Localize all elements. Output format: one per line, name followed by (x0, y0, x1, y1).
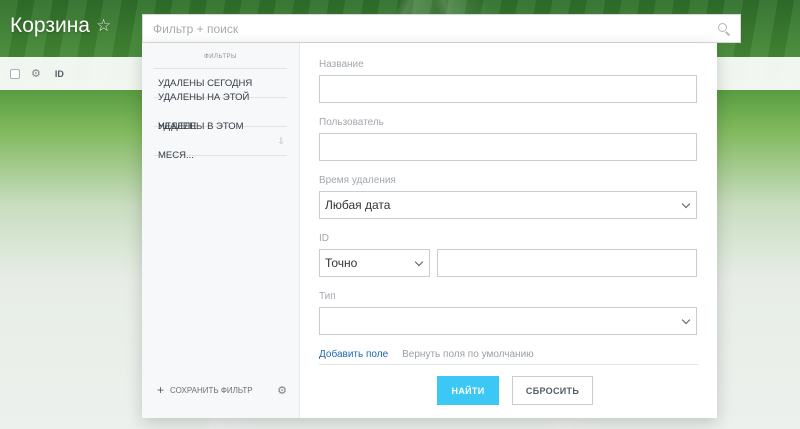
field-label-deletion-time: Время удаления (319, 175, 396, 186)
chevron-down-icon (414, 257, 424, 266)
deletion-time-select[interactable]: Любая дата (319, 191, 697, 219)
search-icon[interactable] (718, 22, 730, 35)
select-all-checkbox[interactable] (10, 68, 20, 79)
plus-icon[interactable]: + (157, 383, 164, 397)
id-mode-select[interactable]: Точно (319, 249, 430, 277)
sidebar-header: ФИЛЬТРЫ (154, 43, 287, 69)
page-title-text: Корзина (10, 14, 90, 37)
sidebar-item-deleted-this-month[interactable]: УДАЛЕНЫ В ЭТОМ МЕСЯ... ⇩ (154, 121, 287, 161)
name-input[interactable] (319, 75, 697, 103)
field-name: Название (319, 59, 698, 103)
form-actions: НАЙТИ СБРОСИТЬ (300, 376, 717, 405)
find-button[interactable]: НАЙТИ (437, 376, 499, 405)
field-id: ID Точно (319, 233, 698, 277)
page-title: Корзина ☆ (10, 14, 111, 38)
field-label-user: Пользователь (319, 117, 384, 128)
gear-icon[interactable]: ⚙ (277, 384, 287, 397)
search-input[interactable]: Фильтр + поиск (142, 14, 741, 43)
field-deletion-time: Время удаления Любая дата (319, 175, 698, 219)
id-mode-value: Точно (325, 256, 358, 270)
chevron-down-icon (681, 315, 691, 324)
save-filter-button[interactable]: СОХРАНИТЬ ФИЛЬТР (170, 386, 277, 395)
chevron-down-icon (681, 199, 691, 208)
field-label-type: Тип (319, 291, 336, 302)
filter-popup: ФИЛЬТРЫ УДАЛЕНЫ СЕГОДНЯ УДАЛЕНЫ НА ЭТОЙ … (142, 43, 717, 418)
id-input[interactable] (437, 249, 697, 277)
restore-defaults-link[interactable]: Вернуть поля по умолчанию (402, 349, 534, 360)
add-field-link[interactable]: Добавить поле (319, 349, 388, 360)
field-type: Тип (319, 291, 698, 335)
user-input[interactable] (319, 133, 697, 161)
type-select[interactable] (319, 307, 697, 335)
deletion-time-value: Любая дата (325, 198, 391, 212)
field-user: Пользователь (319, 117, 698, 161)
divider (319, 364, 698, 365)
reset-button[interactable]: СБРОСИТЬ (512, 376, 593, 405)
form-links: Добавить поле Вернуть поля по умолчанию (319, 349, 698, 360)
save-filter-row: + СОХРАНИТЬ ФИЛЬТР ⚙ (157, 383, 287, 397)
field-label-name: Название (319, 59, 364, 70)
star-icon[interactable]: ☆ (96, 16, 111, 36)
sidebar-item-label: УДАЛЕНЫ В ЭТОМ МЕСЯ... (158, 121, 244, 161)
field-label-id: ID (319, 233, 329, 244)
gear-icon[interactable]: ⚙ (31, 67, 41, 80)
filter-sidebar: ФИЛЬТРЫ УДАЛЕНЫ СЕГОДНЯ УДАЛЕНЫ НА ЭТОЙ … (142, 43, 300, 418)
column-header-id[interactable]: ID (55, 69, 64, 79)
search-placeholder: Фильтр + поиск (153, 21, 239, 36)
pin-icon[interactable]: ⇩ (277, 127, 285, 156)
filter-form: Название Пользователь Время удаления Люб… (300, 43, 717, 418)
